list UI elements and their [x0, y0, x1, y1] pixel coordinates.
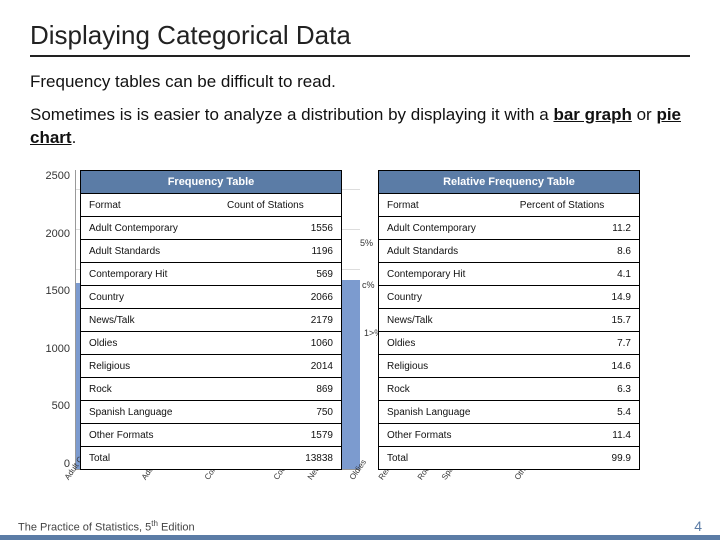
- cell-format: Contemporary Hit: [81, 263, 219, 286]
- cell-format: Total: [81, 447, 219, 470]
- col-header: Count of Stations: [219, 194, 341, 217]
- cell-format: Religious: [379, 355, 512, 378]
- cell-format: Contemporary Hit: [379, 263, 512, 286]
- cell-value: 8.6: [512, 240, 639, 263]
- body-line-1: Frequency tables can be difficult to rea…: [30, 71, 690, 94]
- cell-format: Adult Contemporary: [81, 217, 219, 240]
- data-table: Format Percent of Stations Adult Contemp…: [379, 194, 639, 469]
- table-row: News/Talk15.7: [379, 309, 639, 332]
- table-row: Country2066: [81, 286, 341, 309]
- footer-text: The Practice of Statistics, 5: [18, 522, 151, 534]
- cell-format: Country: [379, 286, 512, 309]
- table-row: Spanish Language5.4: [379, 401, 639, 424]
- table-row: Religious2014: [81, 355, 341, 378]
- col-header: Format: [81, 194, 219, 217]
- table-row: Adult Contemporary11.2: [379, 217, 639, 240]
- tables-container: Frequency Table Format Count of Stations…: [0, 170, 720, 470]
- cell-format: Country: [81, 286, 219, 309]
- table-row: Other Formats11.4: [379, 424, 639, 447]
- table-row: Total13838: [81, 447, 341, 470]
- cell-format: Adult Standards: [81, 240, 219, 263]
- cell-value: 99.9: [512, 447, 639, 470]
- col-header: Format: [379, 194, 512, 217]
- cell-value: 1556: [219, 217, 341, 240]
- bar-xaxis: Adult ContemporaryAdult StandardsContemp…: [75, 470, 360, 500]
- cell-format: Total: [379, 447, 512, 470]
- cell-value: 14.6: [512, 355, 639, 378]
- table-title: Frequency Table: [81, 171, 341, 194]
- cell-value: 4.1: [512, 263, 639, 286]
- table-row: Contemporary Hit569: [81, 263, 341, 286]
- table-header-row: Format Count of Stations: [81, 194, 341, 217]
- page-number: 4: [694, 518, 702, 534]
- cell-format: Other Formats: [379, 424, 512, 447]
- cell-format: Spanish Language: [379, 401, 512, 424]
- col-header: Percent of Stations: [512, 194, 639, 217]
- table-title: Relative Frequency Table: [379, 171, 639, 194]
- cell-value: 1060: [219, 332, 341, 355]
- footer: The Practice of Statistics, 5th Edition …: [0, 518, 720, 540]
- cell-format: Rock: [81, 378, 219, 401]
- table-row: Other Formats1579: [81, 424, 341, 447]
- term-bar-graph: bar graph: [553, 105, 631, 124]
- cell-format: Religious: [81, 355, 219, 378]
- body-text: .: [72, 128, 77, 147]
- cell-value: 2066: [219, 286, 341, 309]
- table-row: Rock6.3: [379, 378, 639, 401]
- table-row: Country14.9: [379, 286, 639, 309]
- cell-format: Spanish Language: [81, 401, 219, 424]
- cell-value: 14.9: [512, 286, 639, 309]
- table-row: Oldies7.7: [379, 332, 639, 355]
- cell-format: Rock: [379, 378, 512, 401]
- cell-format: Other Formats: [81, 424, 219, 447]
- table-row: Total99.9: [379, 447, 639, 470]
- cell-format: News/Talk: [81, 309, 219, 332]
- table-row: Rock869: [81, 378, 341, 401]
- relative-frequency-table: Relative Frequency Table Format Percent …: [378, 170, 640, 470]
- cell-value: 15.7: [512, 309, 639, 332]
- cell-value: 7.7: [512, 332, 639, 355]
- cell-value: 2014: [219, 355, 341, 378]
- cell-value: 13838: [219, 447, 341, 470]
- table-row: Religious14.6: [379, 355, 639, 378]
- cell-format: Adult Contemporary: [379, 217, 512, 240]
- cell-value: 1196: [219, 240, 341, 263]
- cell-value: 1579: [219, 424, 341, 447]
- cell-format: News/Talk: [379, 309, 512, 332]
- table-row: Contemporary Hit4.1: [379, 263, 639, 286]
- table-row: Oldies1060: [81, 332, 341, 355]
- cell-format: Oldies: [379, 332, 512, 355]
- cell-value: 569: [219, 263, 341, 286]
- cell-format: Oldies: [81, 332, 219, 355]
- body-line-2: Sometimes is is easier to analyze a dist…: [30, 104, 690, 150]
- body-text: or: [632, 105, 657, 124]
- cell-value: 11.4: [512, 424, 639, 447]
- page-title: Displaying Categorical Data: [30, 20, 690, 57]
- footer-sup: th: [151, 519, 158, 528]
- cell-format: Adult Standards: [379, 240, 512, 263]
- cell-value: 869: [219, 378, 341, 401]
- data-table: Format Count of Stations Adult Contempor…: [81, 194, 341, 469]
- footer-text: Edition: [158, 522, 195, 534]
- cell-value: 11.2: [512, 217, 639, 240]
- table-row: News/Talk2179: [81, 309, 341, 332]
- frequency-table: Frequency Table Format Count of Stations…: [80, 170, 342, 470]
- table-row: Adult Standards8.6: [379, 240, 639, 263]
- table-header-row: Format Percent of Stations: [379, 194, 639, 217]
- table-row: Spanish Language750: [81, 401, 341, 424]
- table-row: Adult Standards1196: [81, 240, 341, 263]
- book-title: The Practice of Statistics, 5th Edition: [18, 519, 195, 534]
- cell-value: 6.3: [512, 378, 639, 401]
- table-row: Adult Contemporary1556: [81, 217, 341, 240]
- cell-value: 5.4: [512, 401, 639, 424]
- cell-value: 750: [219, 401, 341, 424]
- body-text: Sometimes is is easier to analyze a dist…: [30, 105, 553, 124]
- cell-value: 2179: [219, 309, 341, 332]
